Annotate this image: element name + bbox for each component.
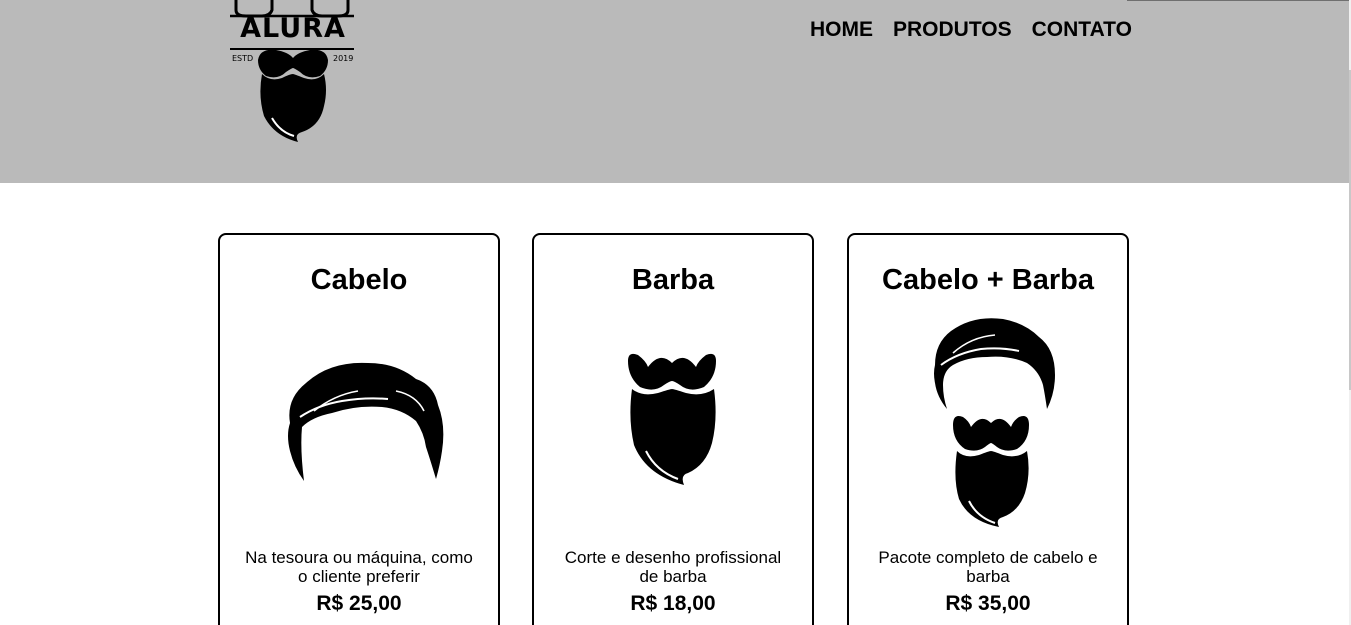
product-card-barba[interactable]: Barba Corte e desenho profissional de ba…	[532, 233, 814, 625]
logo-year: 2019	[333, 54, 354, 63]
nav-home[interactable]: HOME	[800, 17, 883, 43]
product-price: R$ 25,00	[316, 592, 402, 615]
hair-and-beard-icon	[934, 318, 1055, 527]
beard-icon	[628, 353, 716, 485]
logo-wordmark: ALURA	[240, 13, 346, 44]
product-description: Pacote completo de cabelo e barba	[878, 548, 1098, 586]
logo-estd: ESTD	[232, 54, 254, 63]
product-card-cabelo[interactable]: Cabelo Na tesoura ou máquina, como o cli…	[218, 233, 500, 625]
product-title: Cabelo + Barba	[882, 264, 1094, 296]
product-title: Cabelo	[310, 264, 408, 296]
alura-logo[interactable]: ALURA ESTD 2019	[228, 0, 358, 145]
product-description: Corte e desenho profissional de barba	[564, 548, 782, 586]
header-divider	[1127, 0, 1349, 1]
site-header: ALURA ESTD 2019 HOME PRODUTOS CONTATO	[0, 0, 1349, 183]
main-nav: HOME PRODUTOS CONTATO	[800, 17, 1142, 43]
product-card-cabelo-barba[interactable]: Cabelo + Barba Pacote completo de cabelo…	[847, 233, 1129, 625]
hair-icon	[288, 362, 444, 481]
product-price: R$ 18,00	[630, 592, 716, 615]
product-price: R$ 35,00	[945, 592, 1031, 615]
product-title: Barba	[631, 264, 715, 296]
product-description: Na tesoura ou máquina, como o cliente pr…	[245, 548, 473, 586]
nav-contato[interactable]: CONTATO	[1022, 17, 1142, 43]
nav-produtos[interactable]: PRODUTOS	[883, 17, 1022, 43]
